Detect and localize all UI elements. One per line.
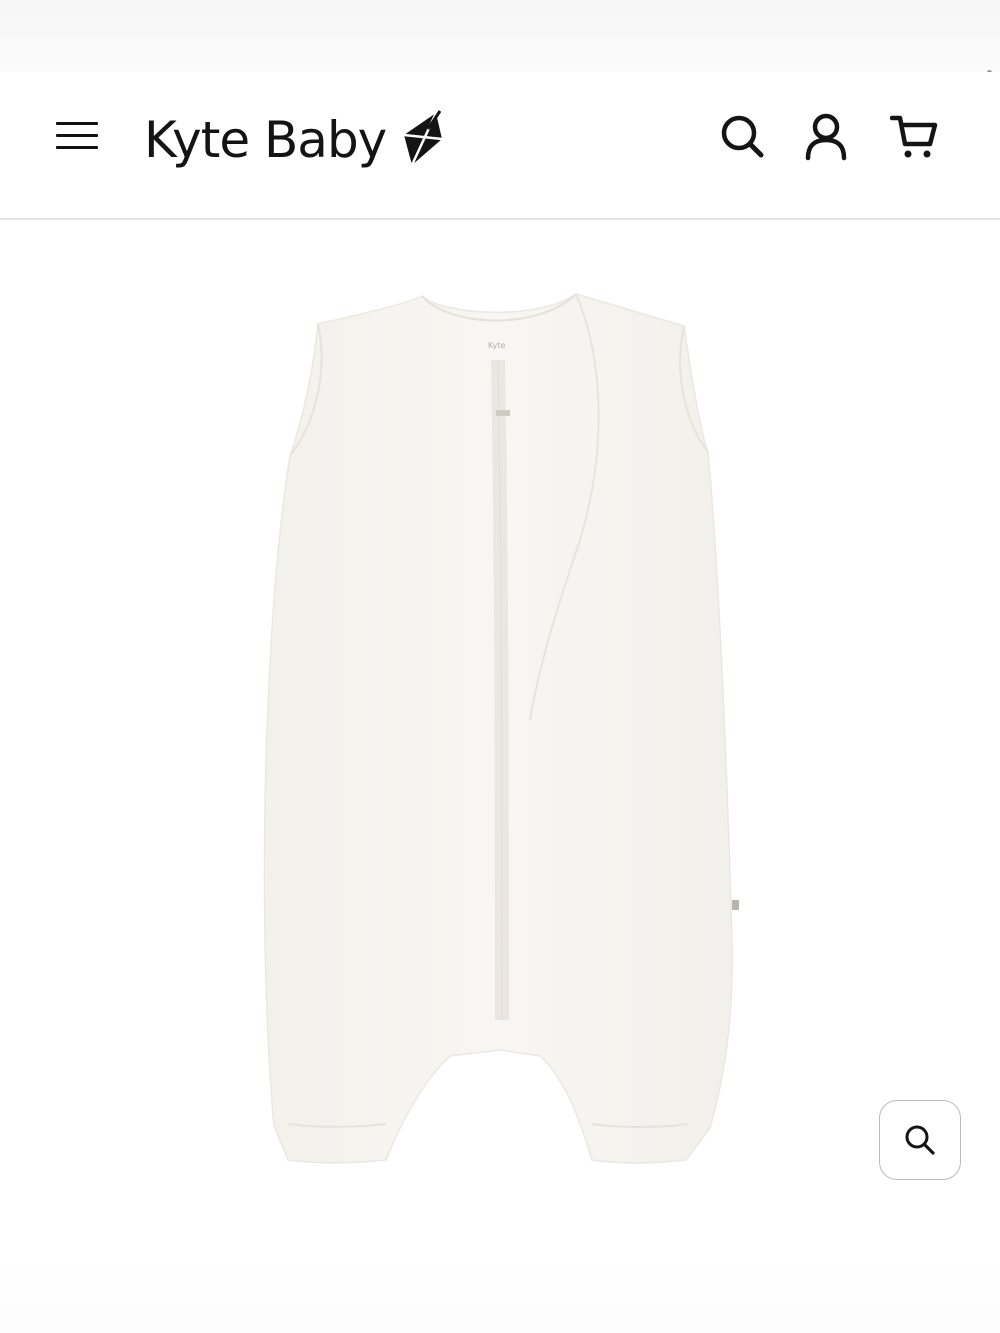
brand-logo[interactable]: Kyte Baby bbox=[144, 100, 446, 180]
garment-label: Kyte bbox=[488, 341, 506, 350]
product-gallery: Kyte bbox=[0, 220, 1000, 1333]
bottom-fade bbox=[0, 1260, 1000, 1333]
hamburger-menu-icon bbox=[56, 122, 98, 125]
site-header: Kyte Baby bbox=[0, 72, 1000, 220]
search-icon[interactable] bbox=[718, 110, 766, 162]
hamburger-menu-icon bbox=[56, 134, 98, 137]
cart-icon[interactable] bbox=[890, 110, 938, 162]
menu-button[interactable] bbox=[54, 116, 100, 156]
hamburger-menu-icon bbox=[56, 146, 98, 149]
kite-logo-icon bbox=[404, 110, 443, 166]
zoom-button[interactable] bbox=[879, 1100, 961, 1180]
status-bar-area bbox=[0, 0, 1000, 72]
user-icon[interactable] bbox=[802, 110, 850, 162]
product-page: Kyte Baby Kyte bbox=[0, 0, 1000, 1333]
brand-name: Kyte Baby bbox=[144, 111, 387, 169]
zoom-search-icon bbox=[905, 1125, 935, 1155]
product-image[interactable]: Kyte bbox=[240, 280, 760, 1180]
